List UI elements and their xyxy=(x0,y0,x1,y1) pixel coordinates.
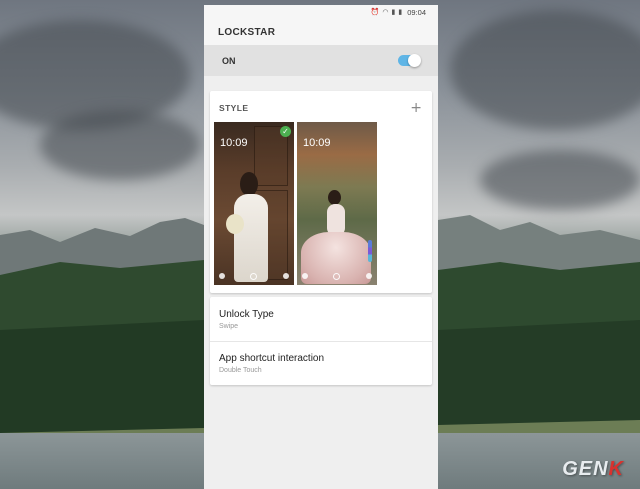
selected-check-icon: ✓ xyxy=(280,126,291,137)
camera-shortcut-icon xyxy=(283,273,289,279)
option-title: Unlock Type xyxy=(219,308,274,320)
plus-icon[interactable]: + xyxy=(410,101,422,115)
style-card: STYLE + 10:09 ✓ 10:09 xyxy=(210,91,432,293)
edge-shortcut-icons xyxy=(368,240,372,262)
genk-watermark-logo: GENK xyxy=(562,458,624,481)
bouquet xyxy=(226,214,244,234)
unlock-type-option[interactable]: Unlock Type Swipe xyxy=(210,297,432,341)
theme-thumbnail-1[interactable]: 10:09 ✓ xyxy=(214,122,294,285)
phone-screen: ⏰ ◠ ▮ ▮ 09:04 LOCKSTAR ON STYLE + 10:09 … xyxy=(204,5,438,489)
master-switch-bar[interactable]: ON xyxy=(204,45,438,76)
style-header: STYLE + xyxy=(210,91,432,115)
theme-thumbnail-2[interactable]: 10:09 xyxy=(297,122,377,285)
option-value: Swipe xyxy=(219,322,239,330)
master-toggle[interactable] xyxy=(398,54,421,67)
battery-icon: ▮ xyxy=(398,7,403,16)
lock-icon xyxy=(333,273,340,280)
bride-figure-head xyxy=(328,190,341,205)
status-bar: ⏰ ◠ ▮ ▮ 09:04 xyxy=(204,5,438,19)
app-title: LOCKSTAR xyxy=(218,26,276,38)
master-switch-label: ON xyxy=(222,55,236,66)
wifi-icon: ◠ xyxy=(382,7,389,16)
woman-figure-head xyxy=(240,172,258,196)
watermark-accent: K xyxy=(608,458,624,480)
toggle-knob xyxy=(408,54,421,67)
option-value: Double Touch xyxy=(219,367,262,374)
style-title: STYLE xyxy=(219,103,249,113)
phone-shortcut-icon xyxy=(302,273,308,279)
signal-icon: ▮ xyxy=(391,7,396,16)
option-title: App shortcut interaction xyxy=(219,353,325,364)
status-time: 09:04 xyxy=(407,7,426,17)
app-shortcut-interaction-option[interactable]: App shortcut interaction Double Touch xyxy=(210,341,432,385)
lock-icon xyxy=(250,273,257,280)
camera-shortcut-icon xyxy=(366,273,372,279)
alarm-icon: ⏰ xyxy=(370,7,380,16)
theme-1-time: 10:09 xyxy=(220,137,248,149)
theme-2-time: 10:09 xyxy=(303,137,331,149)
phone-shortcut-icon xyxy=(219,273,225,279)
theme-list: 10:09 ✓ 10:09 xyxy=(214,122,377,285)
watermark-text: GEN xyxy=(562,458,609,480)
options-card: Unlock Type Swipe App shortcut interacti… xyxy=(210,297,432,385)
woman-figure-dress xyxy=(234,194,268,282)
app-bar: LOCKSTAR xyxy=(204,19,438,45)
